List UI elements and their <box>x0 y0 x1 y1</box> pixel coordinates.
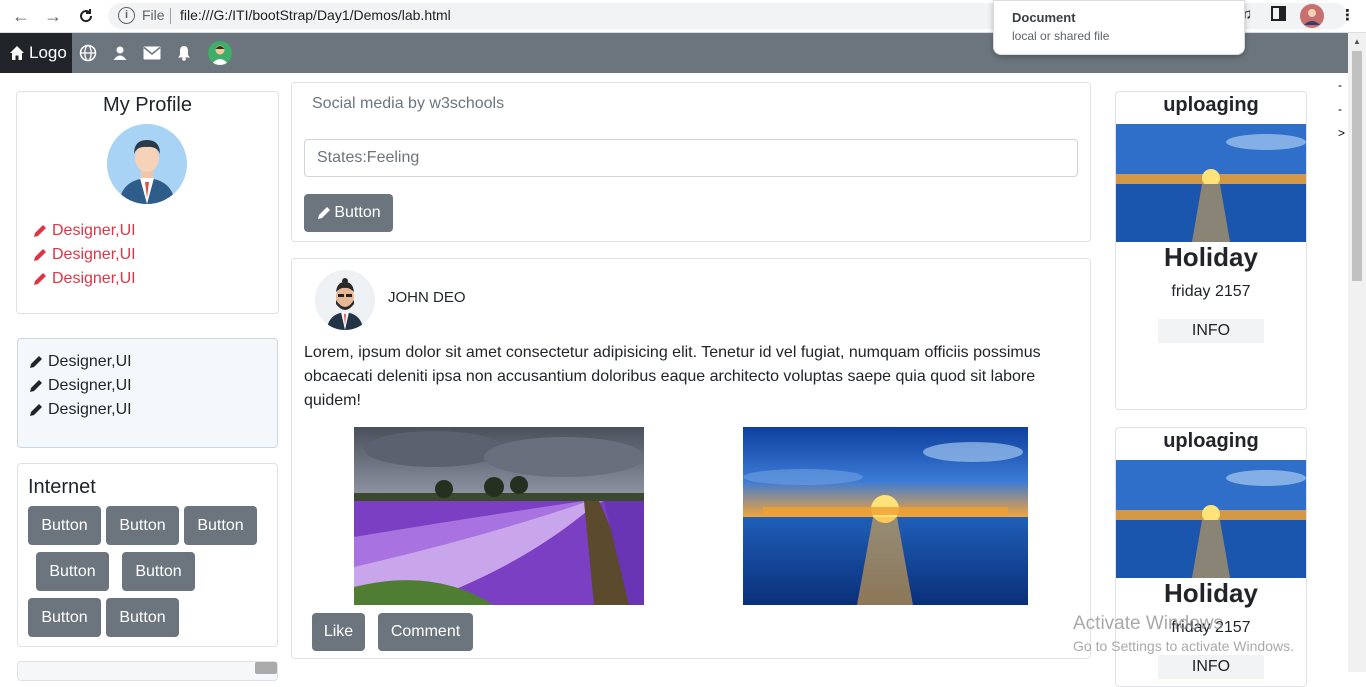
info-icon[interactable]: i <box>118 7 135 24</box>
url-text[interactable]: file:///G:/ITI/bootStrap/Day1/Demos/lab.… <box>180 7 451 23</box>
post-body: Lorem, ipsum dolor sit amet consectetur … <box>304 344 1041 409</box>
profile-skill: Designer,UI <box>32 222 136 240</box>
status-input[interactable] <box>304 139 1078 177</box>
author-avatar <box>315 270 375 330</box>
skills-box: Designer,UI Designer,UI Designer,UI <box>17 338 278 448</box>
logo-text: Logo <box>29 43 67 62</box>
scrollbar-thumb[interactable] <box>1352 51 1362 281</box>
next-card <box>17 661 278 681</box>
upload-card-image <box>1116 460 1306 578</box>
comment-button[interactable]: Comment <box>378 613 473 651</box>
sunset-image <box>743 427 1028 605</box>
pencil-icon <box>34 273 46 285</box>
internet-title: Internet <box>28 476 96 498</box>
profile-skill: Designer,UI <box>32 246 136 264</box>
post-card: JOHN DEO Lorem, ipsum dolor sit amet con… <box>291 258 1091 659</box>
upload-card-image <box>1116 124 1306 242</box>
composer-header: Social media by w3schools <box>312 95 505 112</box>
back-icon[interactable]: ← <box>8 4 34 28</box>
skills-box-text: Designer,UI <box>48 401 132 418</box>
home-icon <box>10 46 24 60</box>
reload-icon[interactable] <box>73 4 99 28</box>
activate-windows-title: Activate Windows <box>1073 613 1223 634</box>
composer-card: Social media by w3schools Button <box>291 82 1091 242</box>
side-mark: - <box>1338 78 1342 92</box>
pencil-icon <box>318 207 331 219</box>
activate-windows-subtitle: Go to Settings to activate Windows. <box>1073 638 1294 654</box>
skills-box-item: Designer,UI <box>28 377 132 395</box>
profile-skill: Designer,UI <box>32 270 136 288</box>
profile-skill-text: Designer,UI <box>52 270 136 287</box>
internet-button[interactable]: Button <box>28 506 101 545</box>
skills-box-item: Designer,UI <box>28 353 132 371</box>
internet-button[interactable]: Button <box>122 552 195 591</box>
upload-card: uploaging Holiday friday 2157 INFO <box>1115 91 1307 410</box>
internet-button[interactable]: Button <box>36 552 109 591</box>
profile-skill-text: Designer,UI <box>52 222 136 239</box>
pencil-icon <box>34 249 46 261</box>
upload-card-title: uploaging <box>1163 430 1259 452</box>
like-button[interactable]: Like <box>312 613 365 651</box>
file-label: File <box>142 7 165 23</box>
forward-icon[interactable]: → <box>40 4 66 28</box>
side-mark: - <box>1338 102 1342 116</box>
profile-card: My Profile Designer,UI Designer,UI Desig… <box>16 91 279 314</box>
page-scrollbar[interactable]: ▲ <box>1348 33 1366 672</box>
skills-box-text: Designer,UI <box>48 377 132 394</box>
internet-card: Internet Button Button Button Button But… <box>17 463 278 647</box>
tooltip-title: Document <box>1012 10 1076 25</box>
logo-link[interactable]: Logo <box>0 33 72 73</box>
profile-avatar <box>107 124 187 204</box>
globe-icon[interactable] <box>78 43 98 63</box>
internet-button[interactable]: Button <box>106 506 179 545</box>
bell-icon[interactable] <box>174 43 194 63</box>
pencil-icon <box>30 356 42 368</box>
lavender-image <box>354 427 644 605</box>
author-name[interactable]: JOHN DEO <box>388 289 466 306</box>
side-mark: > <box>1338 126 1346 140</box>
upload-card-heading: Holiday <box>1164 578 1258 608</box>
document-tooltip: Document local or shared file <box>993 0 1245 55</box>
internet-button[interactable]: Button <box>184 506 257 545</box>
skills-box-text: Designer,UI <box>48 353 132 370</box>
tooltip-subtitle: local or shared file <box>1012 29 1110 43</box>
pencil-icon <box>30 404 42 416</box>
info-button[interactable]: INFO <box>1158 319 1264 343</box>
composer-button[interactable]: Button <box>304 194 393 232</box>
user-icon[interactable] <box>110 43 130 63</box>
omnibox-divider <box>170 8 171 24</box>
upload-card-date: friday 2157 <box>1171 283 1251 300</box>
sidepanel-icon[interactable] <box>1271 6 1286 25</box>
upload-card-title: uploaging <box>1163 94 1259 116</box>
composer-button-label: Button <box>334 204 381 221</box>
pencil-icon <box>34 225 46 237</box>
internet-button[interactable]: Button <box>106 598 179 637</box>
info-button[interactable]: INFO <box>1158 655 1264 679</box>
profile-avatar-icon[interactable] <box>1300 4 1324 32</box>
avatar[interactable] <box>208 41 232 65</box>
menu-icon[interactable]: ⋮ <box>1340 6 1355 24</box>
profile-skill-text: Designer,UI <box>52 246 136 263</box>
profile-title: My Profile <box>103 94 192 116</box>
upload-card-heading: Holiday <box>1164 242 1258 272</box>
internet-button[interactable]: Button <box>28 598 101 637</box>
scroll-up-icon[interactable]: ▲ <box>1353 37 1361 46</box>
toggle-handle[interactable] <box>255 662 277 674</box>
mail-icon[interactable] <box>142 43 162 63</box>
skills-box-item: Designer,UI <box>28 401 132 419</box>
pencil-icon <box>30 380 42 392</box>
